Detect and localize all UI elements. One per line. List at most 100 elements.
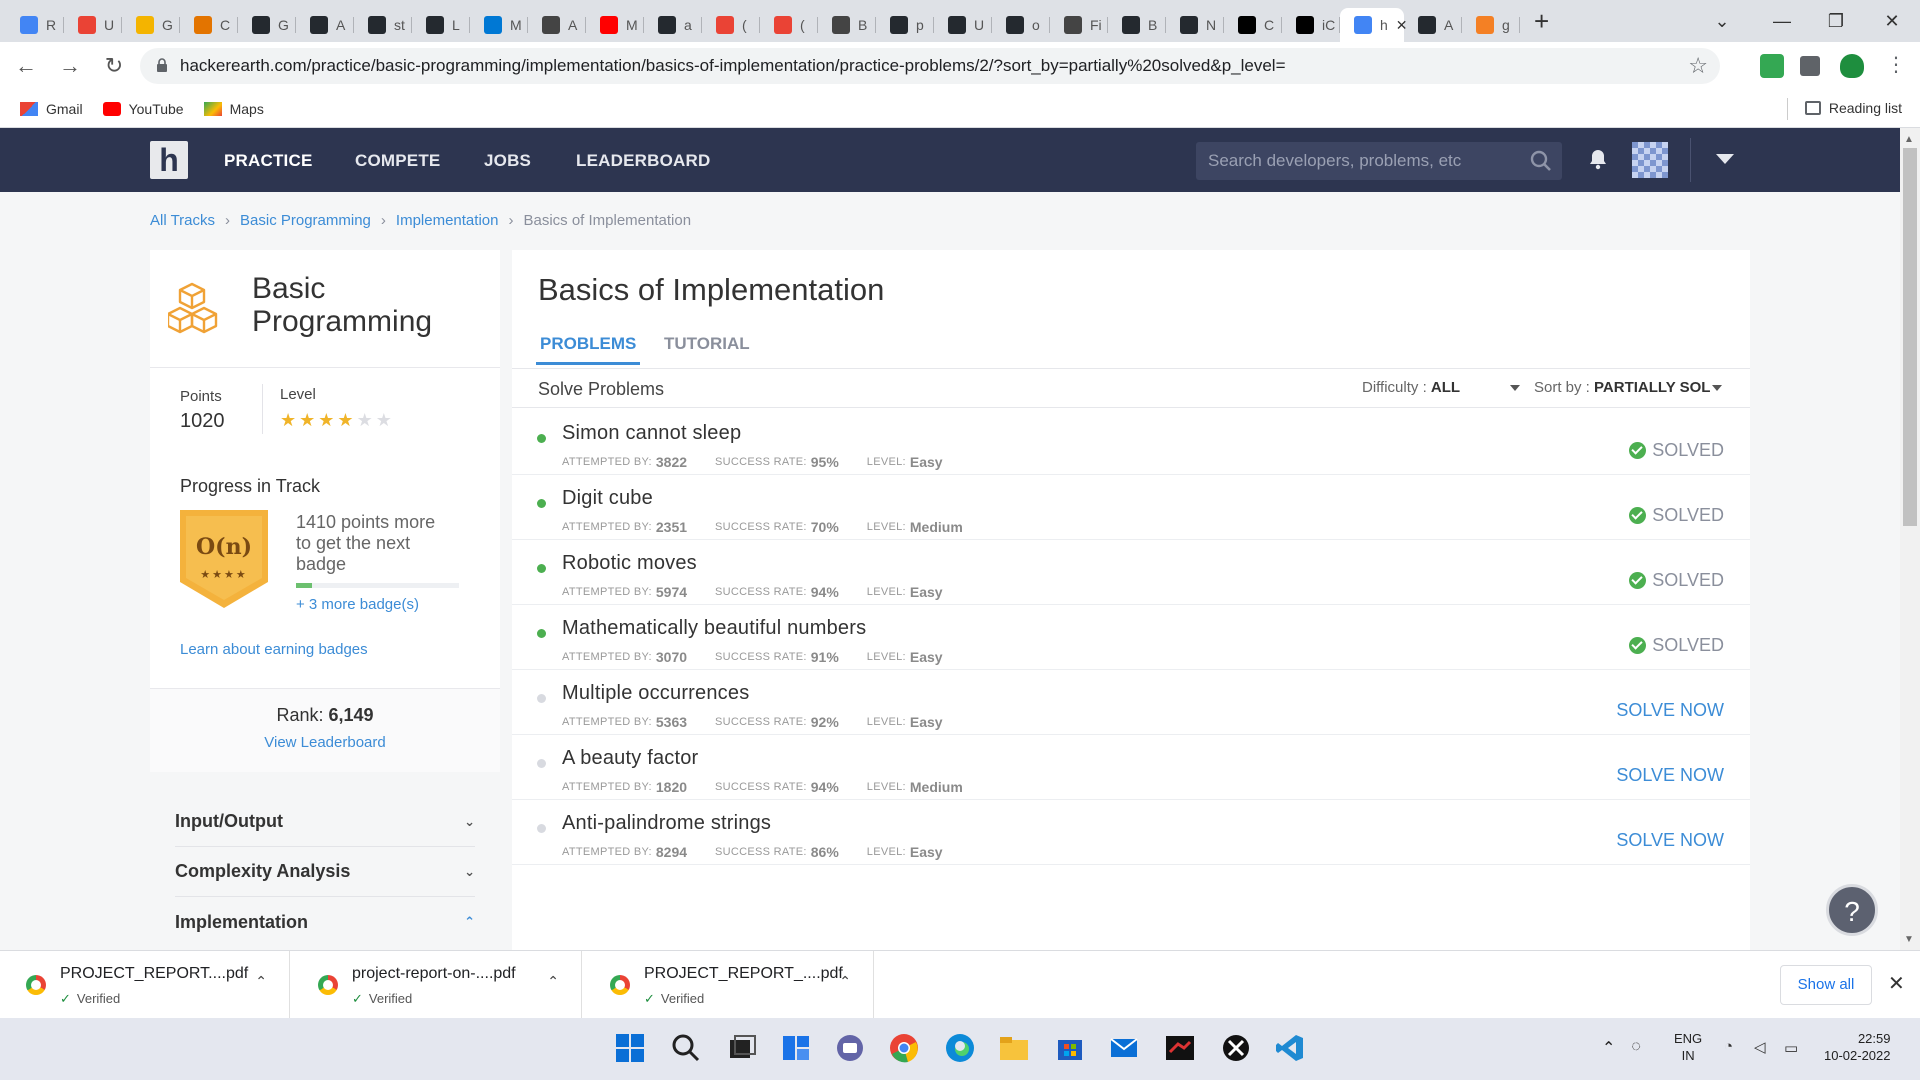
vscode-icon[interactable] (1274, 1032, 1306, 1064)
problem-name[interactable]: Multiple occurrences (562, 682, 749, 705)
chevron-up-icon[interactable]: ⌃ (839, 973, 851, 990)
browser-tab[interactable]: a (644, 8, 702, 42)
problem-name[interactable]: Simon cannot sleep (562, 422, 741, 445)
problem-row[interactable]: Simon cannot sleep ATTEMPTED BY: 3822 SUCCE… (512, 410, 1750, 475)
browser-tab[interactable]: U (64, 8, 122, 42)
task-view-icon[interactable] (726, 1032, 758, 1064)
browser-tab[interactable]: G (238, 8, 296, 42)
teams-chat-icon[interactable] (834, 1032, 866, 1064)
browser-tab[interactable]: M (470, 8, 528, 42)
nav-leaderboard[interactable]: LEADERBOARD (576, 151, 710, 171)
battery-icon[interactable]: ▭ (1784, 1039, 1798, 1057)
browser-menu-icon[interactable]: ⋮ (1886, 52, 1906, 77)
edge-icon[interactable] (944, 1032, 976, 1064)
browser-tab[interactable]: st (354, 8, 412, 42)
browser-tab[interactable]: A (528, 8, 586, 42)
file-explorer-icon[interactable] (998, 1032, 1030, 1064)
browser-tab[interactable]: B (1108, 8, 1166, 42)
download-item[interactable]: PROJECT_REPORT....pdf Verified ⌃ (0, 951, 290, 1019)
browser-tab[interactable]: p (876, 8, 934, 42)
browser-tab[interactable]: C (180, 8, 238, 42)
browser-tab[interactable]: iC (1282, 8, 1340, 42)
forward-icon[interactable]: → (52, 53, 88, 79)
problem-row[interactable]: Digit cube ATTEMPTED BY: 2351 SUCCESS RATE:… (512, 475, 1750, 540)
reload-icon[interactable]: ↻ (96, 53, 132, 79)
browser-tab[interactable]: R (6, 8, 64, 42)
solve-now-button[interactable]: SOLVE NOW (1616, 700, 1724, 721)
problem-name[interactable]: Digit cube (562, 487, 653, 510)
bookmark-maps[interactable]: Maps (203, 101, 264, 117)
browser-tab[interactable]: ( (760, 8, 818, 42)
download-item[interactable]: project-report-on-....pdf Verified ⌃ (292, 951, 582, 1019)
chevron-up-icon[interactable]: ⌃ (1602, 1038, 1615, 1058)
nav-jobs[interactable]: JOBS (484, 151, 531, 171)
breadcrumb-basic-programming[interactable]: Basic Programming (240, 212, 371, 229)
app-icon[interactable] (1164, 1032, 1196, 1064)
profile-dropdown-icon[interactable] (1716, 154, 1734, 164)
bookmark-gmail[interactable]: Gmail (20, 101, 83, 117)
help-button[interactable]: ? (1826, 884, 1878, 936)
notification-bell-icon[interactable] (1588, 148, 1608, 170)
problem-name[interactable]: Anti-palindrome strings (562, 812, 771, 835)
scroll-up-arrow[interactable]: ▲ (1904, 134, 1914, 145)
minimize-icon[interactable]: — (1752, 0, 1812, 42)
sort-by-dropdown[interactable]: Sort by : PARTIALLY SOL (1534, 379, 1723, 396)
more-badges-link[interactable]: + 3 more badge(s) (296, 596, 419, 613)
browser-tab[interactable]: A (1404, 8, 1462, 42)
browser-tab[interactable]: Fi (1050, 8, 1108, 42)
extension-icon[interactable] (1760, 54, 1784, 78)
tab-search-icon[interactable]: ⌄ (1692, 0, 1752, 42)
problem-name[interactable]: Robotic moves (562, 552, 697, 575)
problem-row[interactable]: Anti-palindrome strings ATTEMPTED BY: 8294… (512, 800, 1750, 865)
search-icon[interactable] (670, 1032, 702, 1064)
new-tab-button[interactable]: + (1534, 8, 1549, 34)
back-icon[interactable]: ← (8, 53, 44, 79)
solve-now-button[interactable]: SOLVE NOW (1616, 830, 1724, 851)
browser-tab[interactable]: ( (702, 8, 760, 42)
browser-tab[interactable]: U (934, 8, 992, 42)
topic-complexity-analysis[interactable]: Complexity Analysis ⌄ (175, 847, 475, 897)
user-avatar[interactable] (1632, 142, 1668, 178)
chrome-icon[interactable] (888, 1032, 920, 1064)
windows-start-icon[interactable] (614, 1032, 646, 1064)
browser-tab[interactable]: M (586, 8, 644, 42)
browser-tab[interactable]: B (818, 8, 876, 42)
tab-tutorial[interactable]: TUTORIAL (664, 334, 750, 354)
browser-tab[interactable]: o (992, 8, 1050, 42)
scroll-down-arrow[interactable]: ▼ (1904, 934, 1914, 945)
shield-extension-icon[interactable] (1840, 54, 1864, 78)
browser-tab[interactable]: G (122, 8, 180, 42)
nav-compete[interactable]: COMPETE (355, 151, 440, 171)
browser-tab[interactable]: N (1166, 8, 1224, 42)
network-alert-icon[interactable]: ◌ (1631, 1038, 1641, 1058)
clock[interactable]: 22:59 10-02-2022 (1824, 1030, 1891, 1064)
store-icon[interactable] (1054, 1032, 1086, 1064)
learn-badges-link[interactable]: Learn about earning badges (180, 641, 368, 658)
mail-icon[interactable] (1108, 1032, 1140, 1064)
breadcrumb-implementation[interactable]: Implementation (396, 212, 499, 229)
browser-tab[interactable]: g (1462, 8, 1520, 42)
browser-tab[interactable]: A (296, 8, 354, 42)
scrollbar-thumb[interactable] (1903, 148, 1917, 526)
chevron-up-icon[interactable]: ⌃ (547, 973, 559, 990)
close-window-icon[interactable]: ✕ (1862, 0, 1920, 42)
site-search-input[interactable]: Search developers, problems, etc (1196, 142, 1562, 180)
language-indicator[interactable]: ENG IN (1674, 1030, 1702, 1064)
tab-problems[interactable]: PROBLEMS (535, 334, 641, 365)
widgets-icon[interactable] (780, 1032, 812, 1064)
problem-row[interactable]: Mathematically beautiful numbers ATTEMPTE… (512, 605, 1750, 670)
view-leaderboard-link[interactable]: View Leaderboard (150, 734, 500, 751)
nav-practice[interactable]: PRACTICE (224, 151, 313, 171)
topic-implementation[interactable]: Implementation ⌃ (175, 897, 475, 947)
problem-name[interactable]: A beauty factor (562, 747, 698, 770)
browser-tab[interactable]: C (1224, 8, 1282, 42)
browser-tab[interactable]: h ✕ (1340, 8, 1408, 42)
chevron-up-icon[interactable]: ⌃ (255, 973, 267, 990)
bookmark-youtube[interactable]: YouTube (102, 101, 184, 117)
xbox-icon[interactable] (1220, 1032, 1252, 1064)
url-bar[interactable]: hackerearth.com/practice/basic-programmi… (140, 48, 1720, 84)
puzzle-icon[interactable] (1800, 56, 1820, 76)
problem-row[interactable]: Robotic moves ATTEMPTED BY: 5974 SUCCESS RA… (512, 540, 1750, 605)
solve-now-button[interactable]: SOLVE NOW (1616, 765, 1724, 786)
bookmark-star-icon[interactable]: ☆ (1688, 53, 1708, 79)
